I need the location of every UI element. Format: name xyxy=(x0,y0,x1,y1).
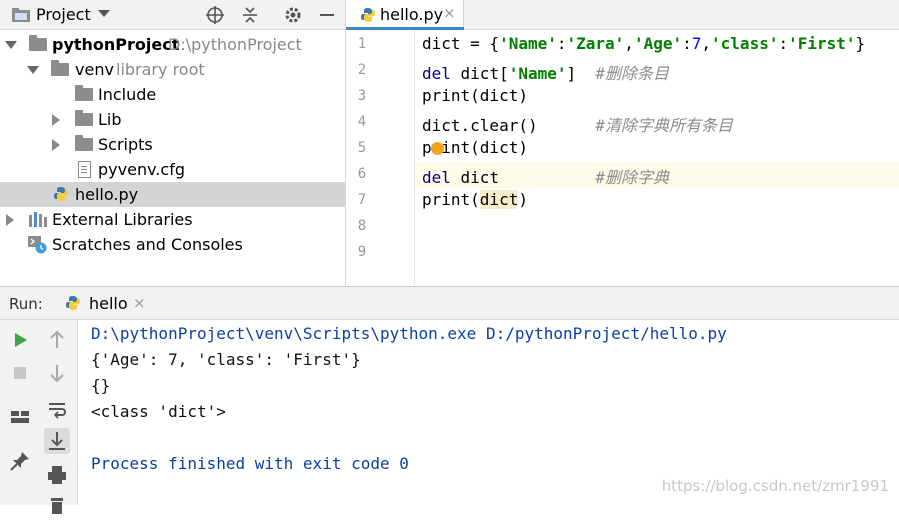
library-icon xyxy=(29,212,47,227)
folder-icon xyxy=(75,135,93,151)
tree-item-label: Scratches and Consoles xyxy=(52,235,243,254)
run-panel-label: Run: xyxy=(9,295,43,313)
code-text: dict.clear() #清除字典所有条目 xyxy=(422,116,734,135)
tree-item-scripts[interactable]: Scripts xyxy=(0,132,345,157)
project-panel-header: Project xyxy=(0,0,345,30)
tree-item-pyvenv-cfg[interactable]: pyvenv.cfg xyxy=(0,157,345,182)
expand-arrow-icon[interactable] xyxy=(27,66,39,74)
run-tab-label: hello xyxy=(89,294,128,313)
code-text: print(dict) xyxy=(422,190,528,209)
line-number: 8 xyxy=(357,218,367,234)
folder-icon xyxy=(75,110,93,126)
chevron-down-icon[interactable] xyxy=(98,10,110,17)
editor-tab-hello-py[interactable]: hello.py × xyxy=(346,0,464,30)
code-editor[interactable]: dict = {'Name':'Zara','Age':7,'class':'F… xyxy=(415,30,899,285)
project-view-title[interactable]: Project xyxy=(36,5,91,24)
tree-item-venv[interactable]: venv library root xyxy=(0,57,345,82)
layout-icon[interactable] xyxy=(7,404,33,430)
arrow-up-icon[interactable] xyxy=(44,327,70,353)
run-toolbar xyxy=(0,320,78,514)
expand-arrow-icon[interactable] xyxy=(5,41,17,49)
tree-item-include[interactable]: Include xyxy=(0,82,345,107)
code-line-3[interactable]: print(dict) xyxy=(415,84,899,110)
soft-wrap-icon[interactable] xyxy=(44,396,70,422)
tree-item-lib[interactable]: Lib xyxy=(0,107,345,132)
stop-icon[interactable] xyxy=(7,360,33,386)
line-number: 4 xyxy=(357,114,367,130)
run-tab-hello[interactable]: hello × xyxy=(55,287,155,319)
pin-icon[interactable] xyxy=(7,448,33,474)
arrow-down-icon[interactable] xyxy=(44,360,70,386)
code-line-6[interactable]: del dict #删除字典 xyxy=(415,162,899,188)
expand-arrow-icon[interactable] xyxy=(52,139,60,151)
tree-item-label: venv xyxy=(75,60,114,79)
locate-target-icon[interactable] xyxy=(205,5,225,25)
run-panel-header: Run: hello × xyxy=(0,286,899,320)
code-line-5[interactable]: print(dict) xyxy=(415,136,899,162)
code-text: del dict['Name'] #删除条目 xyxy=(422,64,670,83)
console-line: {'Age': 7, 'class': 'First'} xyxy=(91,350,361,369)
project-tree: pythonProject D:\pythonProject venv libr… xyxy=(0,30,345,285)
line-number: 3 xyxy=(357,88,367,104)
code-line-4[interactable]: dict.clear() #清除字典所有条目 xyxy=(415,110,899,136)
code-text: dict = {'Name':'Zara','Age':7,'class':'F… xyxy=(422,34,866,53)
line-number-gutter: 1 2 3 4 5 6 7 8 9 xyxy=(345,30,415,285)
tree-item-label: Include xyxy=(98,85,157,104)
tree-item-label: hello.py xyxy=(75,185,139,204)
line-number: 7 xyxy=(357,192,367,208)
folder-icon xyxy=(29,35,47,51)
gear-icon[interactable] xyxy=(283,5,303,25)
line-number: 6 xyxy=(357,166,367,182)
folder-icon xyxy=(51,60,69,76)
tree-item-external-libraries[interactable]: External Libraries xyxy=(0,207,345,232)
project-folder-icon xyxy=(12,8,30,22)
line-number: 9 xyxy=(357,244,367,260)
tree-item-tag: library root xyxy=(116,60,205,79)
line-number: 5 xyxy=(357,140,367,156)
config-file-icon xyxy=(78,161,91,178)
code-line-2[interactable]: del dict['Name'] #删除条目 xyxy=(415,58,899,84)
console-line: <class 'dict'> xyxy=(91,402,226,421)
close-icon[interactable]: × xyxy=(133,294,146,312)
code-text: del dict #删除字典 xyxy=(422,168,670,187)
line-number: 2 xyxy=(357,62,367,78)
console-line: D:\pythonProject\venv\Scripts\python.exe… xyxy=(91,324,727,343)
folder-icon xyxy=(75,85,93,101)
tree-item-label: Scripts xyxy=(98,135,153,154)
tree-item-scratches[interactable]: Scratches and Consoles xyxy=(0,232,345,257)
python-file-icon xyxy=(361,8,375,22)
console-line: {} xyxy=(91,376,111,395)
code-text: print(dict) xyxy=(422,86,528,105)
tree-item-label: pyvenv.cfg xyxy=(98,160,185,179)
python-run-icon xyxy=(66,296,80,310)
editor-tab-label: hello.py xyxy=(380,5,444,24)
print-icon[interactable] xyxy=(44,462,70,488)
expand-arrow-icon[interactable] xyxy=(6,214,14,226)
python-file-icon xyxy=(54,187,68,201)
tree-item-label: Lib xyxy=(98,110,122,129)
trash-icon[interactable] xyxy=(44,492,70,518)
expand-arrow-icon[interactable] xyxy=(52,114,60,126)
code-line-7[interactable]: print(dict) xyxy=(415,188,899,214)
line-number: 1 xyxy=(357,36,367,52)
tree-item-label: External Libraries xyxy=(52,210,193,229)
editor-tab-bar: hello.py × xyxy=(345,0,899,30)
close-icon[interactable]: × xyxy=(443,4,456,22)
watermark: https://blog.csdn.net/zmr1991 xyxy=(661,477,889,495)
code-line-1[interactable]: dict = {'Name':'Zara','Age':7,'class':'F… xyxy=(415,32,899,58)
tree-item-hello-py[interactable]: hello.py xyxy=(0,182,345,207)
minimize-icon[interactable] xyxy=(317,5,337,25)
tree-item-python-project[interactable]: pythonProject D:\pythonProject xyxy=(0,32,345,57)
scratches-icon xyxy=(28,236,47,254)
tree-item-path: D:\pythonProject xyxy=(168,35,302,54)
scroll-to-end-icon[interactable] xyxy=(44,428,70,454)
lightbulb-icon[interactable] xyxy=(431,142,444,155)
collapse-all-icon[interactable] xyxy=(240,5,260,25)
rerun-icon[interactable] xyxy=(7,327,33,353)
tree-item-label: pythonProject xyxy=(52,35,180,54)
console-line: Process finished with exit code 0 xyxy=(91,454,409,473)
